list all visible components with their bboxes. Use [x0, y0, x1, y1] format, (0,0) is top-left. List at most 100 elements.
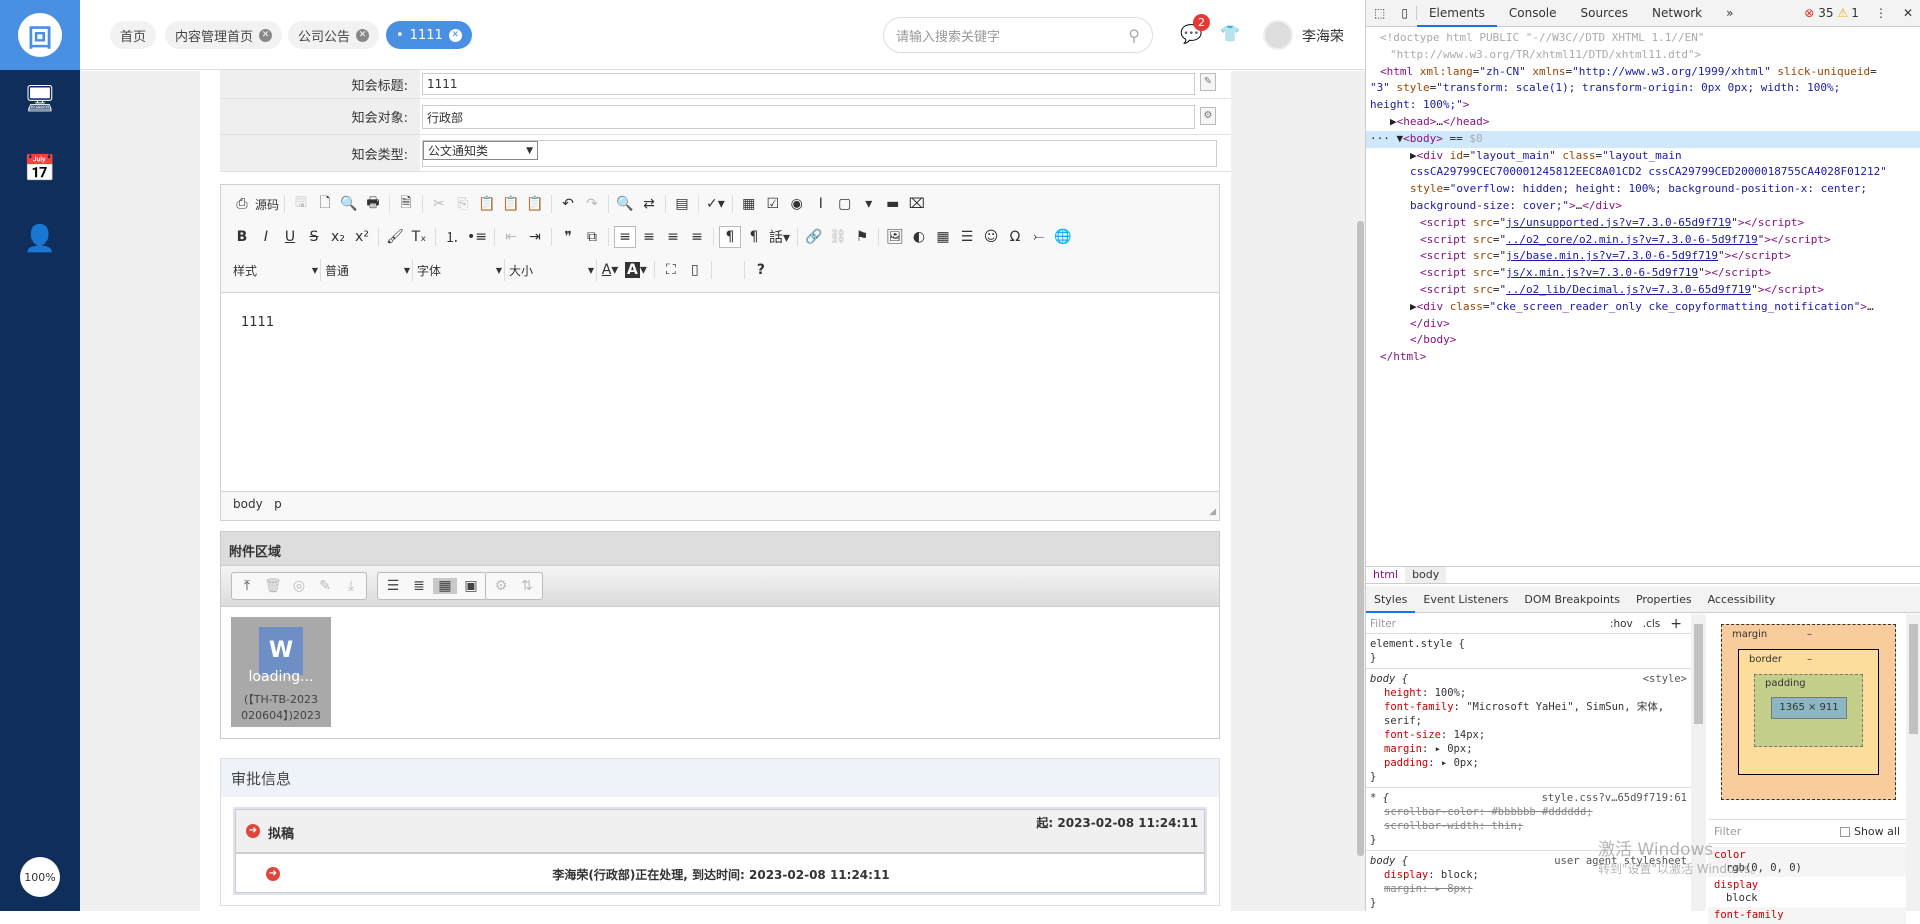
maximize-icon[interactable]: ⛶: [660, 259, 682, 281]
tab-company-notice[interactable]: 公司公告 ✕: [288, 21, 380, 49]
format-combo[interactable]: 普通 ▼: [323, 259, 413, 281]
shirt-icon[interactable]: 👕: [1220, 24, 1240, 43]
justify-icon[interactable]: ≡: [686, 226, 708, 248]
dom-line[interactable]: </div>: [1366, 316, 1920, 333]
page-break-icon[interactable]: ⤚: [1028, 226, 1050, 248]
paste-icon[interactable]: 📋: [476, 193, 498, 215]
rule-selector[interactable]: body {user agent stylesheet: [1370, 854, 1687, 868]
table-icon[interactable]: ▦: [932, 226, 954, 248]
print-icon[interactable]: 🖶: [362, 193, 384, 215]
user-name[interactable]: 李海荣: [1302, 26, 1344, 46]
blockquote-icon[interactable]: ❞: [557, 226, 579, 248]
dom-line[interactable]: "http://www.w3.org/TR/xhtml11/DTD/xhtml1…: [1366, 47, 1920, 64]
rtl-icon[interactable]: ¶: [743, 226, 765, 248]
styles-scrollbar[interactable]: [1691, 614, 1706, 911]
show-all-checkbox[interactable]: [1839, 826, 1850, 837]
tab-sources[interactable]: Sources: [1569, 0, 1640, 27]
upload-icon[interactable]: ⤒: [235, 578, 259, 594]
ltr-icon[interactable]: ¶: [719, 226, 741, 248]
copy-format-icon[interactable]: 🖌: [384, 226, 406, 248]
find-icon[interactable]: 🔍: [614, 193, 636, 215]
css-property[interactable]: margin: ▸ 0px;: [1370, 742, 1687, 756]
dom-line[interactable]: <html xml:lang="zh-CN" xmlns="http://www…: [1366, 64, 1920, 81]
language-icon[interactable]: 話▾: [767, 226, 792, 248]
paste-text-icon[interactable]: 📋: [500, 193, 522, 215]
title-input[interactable]: 1111: [422, 73, 1195, 95]
dom-line[interactable]: style="overflow: hidden; height: 100%; b…: [1366, 181, 1920, 198]
superscript-icon[interactable]: x²: [351, 226, 373, 248]
path-body[interactable]: body: [233, 497, 263, 511]
computed-filter-input[interactable]: Filter: [1714, 825, 1840, 838]
textarea-icon[interactable]: ▢: [834, 193, 856, 215]
dom-line[interactable]: <script src="js/x.min.js?v=7.3.0-6-5d9f7…: [1366, 265, 1920, 282]
css-property[interactable]: font-family: "Microsoft YaHei", SimSun, …: [1370, 700, 1687, 728]
link-icon[interactable]: 🔗: [803, 226, 825, 248]
app-logo[interactable]: 回: [0, 0, 80, 70]
div-icon[interactable]: ⧉: [581, 226, 603, 248]
copy-icon[interactable]: ⎘: [452, 193, 474, 215]
dom-line[interactable]: ▶<div class="cke_screen_reader_only cke_…: [1366, 299, 1920, 316]
tab-properties[interactable]: Properties: [1628, 586, 1700, 613]
close-icon[interactable]: ✕: [356, 28, 370, 42]
hov-button[interactable]: :hov: [1605, 617, 1638, 631]
css-property[interactable]: display: block;: [1370, 868, 1687, 882]
tab-accessibility[interactable]: Accessibility: [1700, 586, 1784, 613]
save-icon[interactable]: 🖫: [290, 193, 312, 215]
cls-button[interactable]: .cls: [1638, 617, 1666, 631]
user-settings-icon[interactable]: 👤: [0, 224, 80, 254]
font-combo[interactable]: 字体 ▼: [415, 259, 505, 281]
editor-content[interactable]: 1111: [221, 292, 1219, 492]
hr-icon[interactable]: ☰: [956, 226, 978, 248]
tab-1111[interactable]: • 1111 ✕: [386, 21, 472, 49]
image-view-icon[interactable]: ▣: [459, 578, 483, 594]
edit-icon[interactable]: ✎: [313, 578, 337, 594]
dom-line[interactable]: ··· ▼<body> == $0: [1366, 130, 1920, 148]
image-icon[interactable]: 🖼: [884, 226, 906, 248]
attachment-item[interactable]: W loading... (【TH-TB-2023 020604】)2023: [231, 617, 331, 727]
style-combo[interactable]: 样式 ▼: [231, 259, 321, 281]
strike-icon[interactable]: S: [303, 226, 325, 248]
tab-console[interactable]: Console: [1497, 0, 1569, 27]
resize-handle-icon[interactable]: ◢: [1209, 507, 1216, 517]
close-icon[interactable]: ✕: [259, 28, 273, 42]
css-property[interactable]: font-size: 14px;: [1370, 728, 1687, 742]
css-property[interactable]: height: 100%;: [1370, 686, 1687, 700]
select-all-icon[interactable]: ▤: [671, 193, 693, 215]
preview-icon[interactable]: 🔍: [338, 193, 360, 215]
unlink-icon[interactable]: ⛓: [827, 226, 849, 248]
dom-line[interactable]: cssCA29799CEC700001245812EEC8A01CD2 cssC…: [1366, 164, 1920, 181]
tab-content-management[interactable]: 内容管理首页 ✕: [165, 21, 283, 49]
inspect-icon[interactable]: ⬚: [1366, 6, 1393, 20]
select-icon[interactable]: ▾: [858, 193, 880, 215]
bold-icon[interactable]: B: [231, 226, 253, 248]
crumb-html[interactable]: html: [1366, 567, 1405, 583]
tab-dom-breakpoints[interactable]: DOM Breakpoints: [1516, 586, 1628, 613]
button-icon[interactable]: ▬: [882, 193, 904, 215]
css-property[interactable]: scrollbar-width: thin;: [1370, 819, 1687, 833]
computed-property[interactable]: color rgb(0, 0, 0): [1708, 847, 1906, 877]
tab-home[interactable]: 首页: [110, 21, 157, 49]
search-icon[interactable]: ⚲: [1128, 26, 1140, 45]
dom-line[interactable]: <script src="js/unsupported.js?v=7.3.0-6…: [1366, 215, 1920, 232]
styles-filter-input[interactable]: Filter: [1370, 617, 1605, 631]
source-icon[interactable]: ⎙: [231, 193, 253, 215]
undo-icon[interactable]: ↶: [557, 193, 579, 215]
rule-selector[interactable]: body {<style>: [1370, 672, 1687, 686]
dom-line[interactable]: </body>: [1366, 332, 1920, 349]
dom-line[interactable]: ▶<head>…</head>: [1366, 114, 1920, 131]
rule-selector[interactable]: * {style.css?v…65d9f719:61: [1370, 791, 1687, 805]
monitor-user-icon[interactable]: 🖥: [0, 84, 80, 114]
delete-icon[interactable]: 🗑: [261, 578, 285, 594]
add-rule-icon[interactable]: +: [1665, 617, 1687, 631]
tab-event-listeners[interactable]: Event Listeners: [1415, 586, 1516, 613]
text-color-icon[interactable]: A ▾: [599, 259, 621, 281]
gear-icon[interactable]: ⚙: [489, 578, 513, 594]
remove-format-icon[interactable]: Tₓ: [408, 226, 430, 248]
close-icon[interactable]: ✕: [1895, 6, 1920, 20]
hiddenfield-icon[interactable]: ⌧: [906, 193, 928, 215]
redo-icon[interactable]: ↷: [581, 193, 603, 215]
dom-line[interactable]: <script src="js/base.min.js?v=7.3.0-6-5d…: [1366, 248, 1920, 265]
smiley-icon[interactable]: ☺: [980, 226, 1002, 248]
css-property[interactable]: scrollbar-color: #bbbbbb #dddddd;: [1370, 805, 1687, 819]
crumb-body[interactable]: body: [1405, 567, 1447, 583]
